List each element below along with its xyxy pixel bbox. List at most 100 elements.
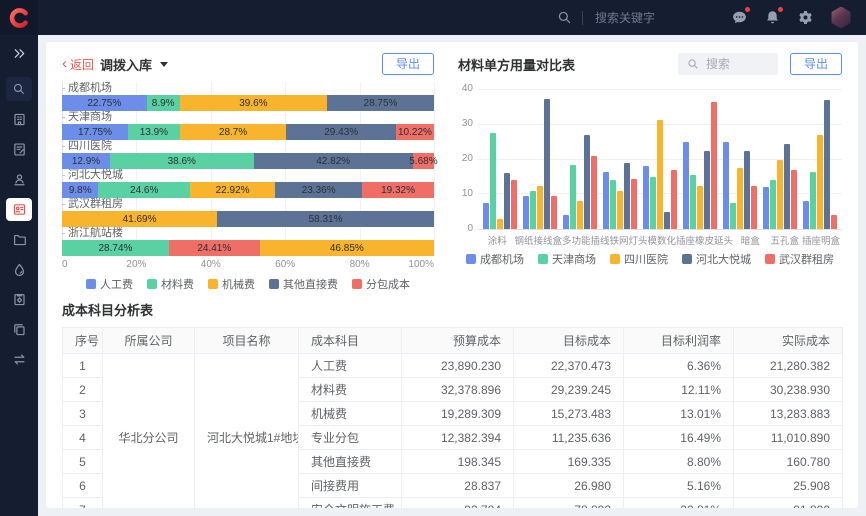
stacked-chart: 成都机场22.75%8.9%39.6%28.75%天津商场17.75%13.9%… (62, 82, 434, 256)
bar-segment: 19.32% (362, 182, 434, 198)
cell-subject: 机械费 (299, 402, 402, 426)
avatar[interactable] (830, 7, 852, 29)
sidebar-item-folder[interactable] (6, 228, 32, 251)
cell-actual: 21,280.382 (734, 354, 843, 378)
cell-margin: 13.01% (624, 402, 734, 426)
sidebar-item-water-drop[interactable] (6, 258, 32, 281)
sidebar-item-building[interactable] (6, 108, 32, 131)
chevron-down-icon[interactable] (160, 62, 168, 67)
cell-actual: 160.780 (734, 450, 843, 474)
chart-search-input[interactable] (704, 56, 769, 72)
folder-icon (12, 232, 27, 247)
column-header: 序号 (63, 328, 103, 354)
cell-no: 3 (63, 402, 103, 426)
cell-margin: 22.81% (624, 498, 734, 509)
export-button-right[interactable]: 导出 (790, 53, 842, 75)
bar (690, 175, 696, 229)
category-label: 武汉群租房 (62, 198, 434, 210)
sidebar-item-transfer[interactable] (6, 348, 32, 371)
notifications-icon[interactable] (764, 9, 781, 26)
legend-item[interactable]: 材料费 (147, 276, 194, 292)
cell-margin: 8.80% (624, 450, 734, 474)
legend-item[interactable]: 天津商场 (538, 251, 596, 267)
messages-icon[interactable] (731, 9, 748, 26)
search-icon (12, 82, 26, 96)
bar (697, 186, 703, 229)
legend-item[interactable]: 其他直接费 (269, 276, 338, 292)
bar (511, 180, 517, 229)
category-label: 河北大悦城 (62, 169, 434, 181)
legend-item[interactable]: 武汉群租房 (765, 251, 834, 267)
legend-swatch (269, 279, 279, 289)
legend-label: 天津商场 (552, 251, 596, 267)
bar-segment: 24.41% (169, 240, 260, 256)
badge-dot (745, 7, 750, 12)
double-chevron-right-icon (12, 46, 27, 61)
legend-item[interactable]: 人工费 (86, 276, 133, 292)
settings-icon[interactable] (797, 9, 814, 26)
legend-item[interactable]: 河北大悦城 (682, 251, 751, 267)
stacked-bar: 28.74%24.41%46.85% (62, 240, 434, 256)
sidebar-item-user-approve[interactable] (6, 168, 32, 191)
stacked-bar-row: 天津商场17.75%13.9%28.7%29.43%10.22% (62, 111, 434, 140)
chart-search-box[interactable] (678, 53, 778, 75)
table-row[interactable]: 1华北分公司河北大悦城1#地块项目人工费23,890.23022,370.473… (63, 354, 843, 378)
sidebar-item-id-card[interactable] (6, 198, 32, 221)
cell-subject: 专业分包 (299, 426, 402, 450)
global-search-input[interactable] (593, 10, 703, 26)
grouped-chart-y-axis: 010203040 (458, 90, 478, 230)
sidebar-item-copy[interactable] (6, 318, 32, 341)
legend-item[interactable]: 机械费 (208, 276, 255, 292)
stacked-bar-row: 河北大悦城9.8%24.6%22.92%23.36%19.32% (62, 169, 434, 198)
legend-swatch (352, 279, 362, 289)
logo-c-icon (8, 7, 30, 29)
bar (610, 180, 616, 229)
sidebar (0, 35, 38, 516)
content-card: ‹ 返回 调拨入库 导出 成都机场22.75%8.9%39.6%28.75%天津… (46, 42, 858, 508)
export-button-left[interactable]: 导出 (382, 53, 434, 75)
column-header: 目标利润率 (624, 328, 734, 354)
bar (810, 172, 816, 229)
search-icon[interactable] (557, 10, 572, 25)
legend-label: 人工费 (100, 276, 133, 292)
app-logo[interactable] (0, 0, 38, 35)
legend-item[interactable]: 四川医院 (610, 251, 668, 267)
legend-swatch (538, 254, 548, 264)
bar-group (560, 90, 600, 229)
x-tick-label: 20% (126, 259, 146, 270)
x-category-label: 暗盒 (733, 233, 767, 247)
cell-target: 26.980 (514, 474, 624, 498)
bar (497, 219, 503, 229)
bar (551, 196, 557, 229)
bar (523, 196, 529, 229)
cell-target: 15,273.483 (514, 402, 624, 426)
copy-icon (12, 322, 27, 337)
bar (737, 168, 743, 229)
cell-target: 22,370.473 (514, 354, 624, 378)
cell-margin: 12.11% (624, 378, 734, 402)
bar (671, 170, 677, 229)
back-button[interactable]: ‹ 返回 (62, 56, 94, 73)
cell-budget: 198.345 (402, 450, 514, 474)
legend-swatch (208, 279, 218, 289)
sidebar-item-document-edit[interactable] (6, 138, 32, 161)
bar-segment: 28.74% (62, 240, 169, 256)
legend-item[interactable]: 成都机场 (466, 251, 524, 267)
legend-item[interactable]: 分包成本 (352, 276, 410, 292)
stacked-bar: 9.8%24.6%22.92%23.36%19.32% (62, 182, 434, 198)
cell-actual: 91.890 (734, 498, 843, 509)
sidebar-item-clipboard-settings[interactable] (6, 288, 32, 311)
x-category-label: 模数化插座 (648, 233, 696, 247)
sidebar-item-search[interactable] (6, 77, 32, 101)
bar (544, 99, 550, 229)
x-category-label: 钢纸接线盒 (514, 233, 562, 247)
bar-group (480, 90, 520, 229)
cell-subject: 安全文明施工费 (299, 498, 402, 509)
cell-no: 1 (63, 354, 103, 378)
grouped-chart-legend: 成都机场 天津商场四川医院河北大悦城武汉群租房 (458, 251, 842, 267)
sidebar-item-double-chevron-right[interactable] (6, 42, 32, 65)
clipboard-settings-icon (12, 292, 27, 307)
y-tick-label: 40 (462, 83, 473, 94)
bar (730, 203, 736, 229)
bar-segment: 23.36% (275, 182, 362, 198)
